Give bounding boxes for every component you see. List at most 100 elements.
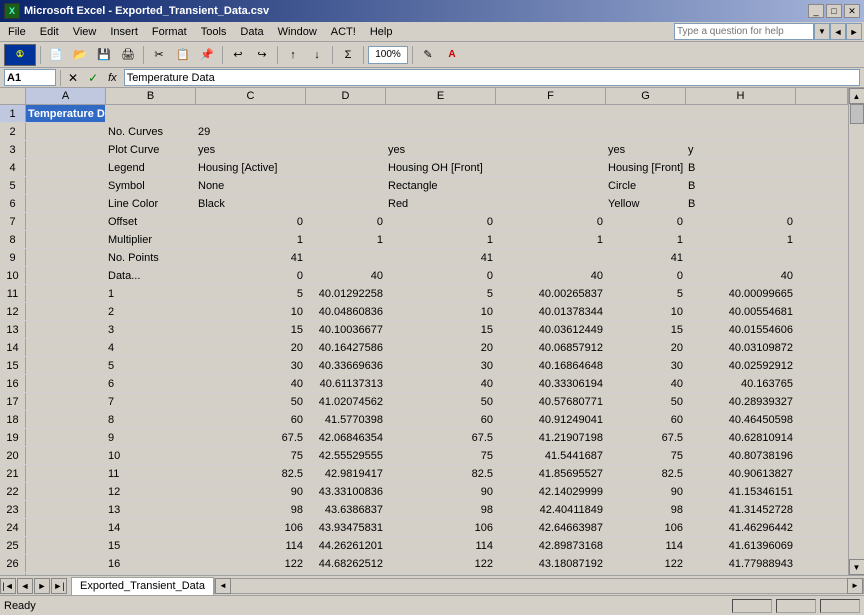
cell[interactable]: 40.00265837: [496, 285, 606, 302]
cell-d10[interactable]: 40: [306, 267, 386, 284]
sheet-nav-first[interactable]: |◄: [0, 578, 16, 594]
print-button[interactable]: 🖨: [117, 44, 139, 66]
undo-button[interactable]: ↩: [227, 44, 249, 66]
cell[interactable]: 98: [606, 501, 686, 518]
cell[interactable]: 40.00099665: [686, 285, 796, 302]
row-header[interactable]: 26: [0, 555, 26, 572]
scroll-down-button[interactable]: ▼: [849, 559, 864, 575]
cell-h1[interactable]: [686, 105, 796, 122]
cell-a1[interactable]: Temperature Data: [26, 105, 106, 122]
cell-b8[interactable]: Multiplier: [106, 231, 196, 248]
menu-act[interactable]: ACT!: [325, 25, 362, 39]
cell-e1[interactable]: [386, 105, 496, 122]
cell[interactable]: 42.89873168: [496, 537, 606, 554]
autosum-button[interactable]: Σ: [337, 44, 359, 66]
cell[interactable]: [26, 465, 106, 482]
cell[interactable]: 40.06857912: [496, 339, 606, 356]
cell[interactable]: 43.18087192: [496, 555, 606, 572]
col-header-h[interactable]: H: [686, 88, 796, 105]
cell[interactable]: 14: [106, 519, 196, 536]
row-header[interactable]: 5: [0, 177, 26, 194]
cell-h3[interactable]: y: [686, 141, 796, 158]
cell[interactable]: 106: [386, 519, 496, 536]
cell-b9[interactable]: No. Points: [106, 249, 196, 266]
paste-button[interactable]: 📌: [196, 44, 218, 66]
row-header[interactable]: 10: [0, 267, 26, 284]
cell-a5[interactable]: [26, 177, 106, 194]
cell[interactable]: 42.9819417: [306, 465, 386, 482]
cell[interactable]: 40.28939327: [686, 393, 796, 410]
cell[interactable]: 20: [196, 339, 306, 356]
row-header[interactable]: 17: [0, 393, 26, 410]
row-header[interactable]: 23: [0, 501, 26, 518]
cell-h8[interactable]: 1: [686, 231, 796, 248]
cell[interactable]: [26, 411, 106, 428]
cell-c5[interactable]: None: [196, 177, 306, 194]
drawing-button[interactable]: ✎: [417, 44, 439, 66]
cell-c10[interactable]: 0: [196, 267, 306, 284]
cell[interactable]: 41.15346151: [686, 483, 796, 500]
menu-help[interactable]: Help: [364, 25, 399, 39]
cell[interactable]: 12: [106, 483, 196, 500]
col-header-b[interactable]: B: [106, 88, 196, 105]
cell-c3[interactable]: yes: [196, 141, 306, 158]
cell-a2[interactable]: [26, 123, 106, 140]
sheet-nav-prev[interactable]: ◄: [17, 578, 33, 594]
cell[interactable]: 60: [386, 411, 496, 428]
cell[interactable]: 40.16427586: [306, 339, 386, 356]
scroll-up-button[interactable]: ▲: [849, 88, 864, 104]
cell[interactable]: 40.80738196: [686, 447, 796, 464]
cell[interactable]: 3: [106, 321, 196, 338]
cell[interactable]: 67.5: [606, 429, 686, 446]
cell-b6[interactable]: Line Color: [106, 195, 196, 212]
row-header[interactable]: 7: [0, 213, 26, 230]
cell[interactable]: 6: [106, 375, 196, 392]
cell[interactable]: 82.5: [606, 465, 686, 482]
cell[interactable]: [26, 537, 106, 554]
cell[interactable]: 90: [606, 483, 686, 500]
cell[interactable]: 41.77988943: [686, 555, 796, 572]
cell[interactable]: 5: [606, 285, 686, 302]
redo-button[interactable]: ↪: [251, 44, 273, 66]
cell[interactable]: 11: [106, 465, 196, 482]
cell[interactable]: 75: [196, 447, 306, 464]
col-header-d[interactable]: D: [306, 88, 386, 105]
cell[interactable]: 30: [386, 357, 496, 374]
cell[interactable]: 40: [386, 375, 496, 392]
cell[interactable]: 60: [196, 411, 306, 428]
cell-g9[interactable]: 41: [606, 249, 686, 266]
cell[interactable]: 40: [196, 375, 306, 392]
formula-icon-confirm[interactable]: ✓: [85, 71, 101, 85]
cell[interactable]: 1: [106, 285, 196, 302]
cell[interactable]: 90: [196, 483, 306, 500]
sort-asc-button[interactable]: ↑: [282, 44, 304, 66]
cell[interactable]: 90: [386, 483, 496, 500]
row-header[interactable]: 21: [0, 465, 26, 482]
cell-f10[interactable]: 40: [496, 267, 606, 284]
cell-b7[interactable]: Offset: [106, 213, 196, 230]
formula-icon-cancel[interactable]: ✕: [65, 71, 81, 85]
cell-d6[interactable]: [306, 195, 386, 212]
cell[interactable]: 44.26261201: [306, 537, 386, 554]
cell-e3[interactable]: yes: [386, 141, 496, 158]
cell-e8[interactable]: 1: [386, 231, 496, 248]
cell[interactable]: 122: [386, 555, 496, 572]
row-header[interactable]: 15: [0, 357, 26, 374]
cell[interactable]: 5: [106, 357, 196, 374]
scroll-left-button[interactable]: ◄: [215, 578, 231, 594]
cell[interactable]: 40.57680771: [496, 393, 606, 410]
cell[interactable]: 5: [386, 285, 496, 302]
cell[interactable]: 122: [606, 555, 686, 572]
cell[interactable]: 40.91249041: [496, 411, 606, 428]
cell[interactable]: 75: [386, 447, 496, 464]
cell-a9[interactable]: [26, 249, 106, 266]
cell[interactable]: [26, 285, 106, 302]
cell-f3[interactable]: [496, 141, 606, 158]
cell[interactable]: 30: [606, 357, 686, 374]
cell-g5[interactable]: Circle: [606, 177, 686, 194]
cell[interactable]: 40.33669636: [306, 357, 386, 374]
cell[interactable]: [26, 357, 106, 374]
cell-d3[interactable]: [306, 141, 386, 158]
cell[interactable]: 122: [196, 555, 306, 572]
col-header-c[interactable]: C: [196, 88, 306, 105]
